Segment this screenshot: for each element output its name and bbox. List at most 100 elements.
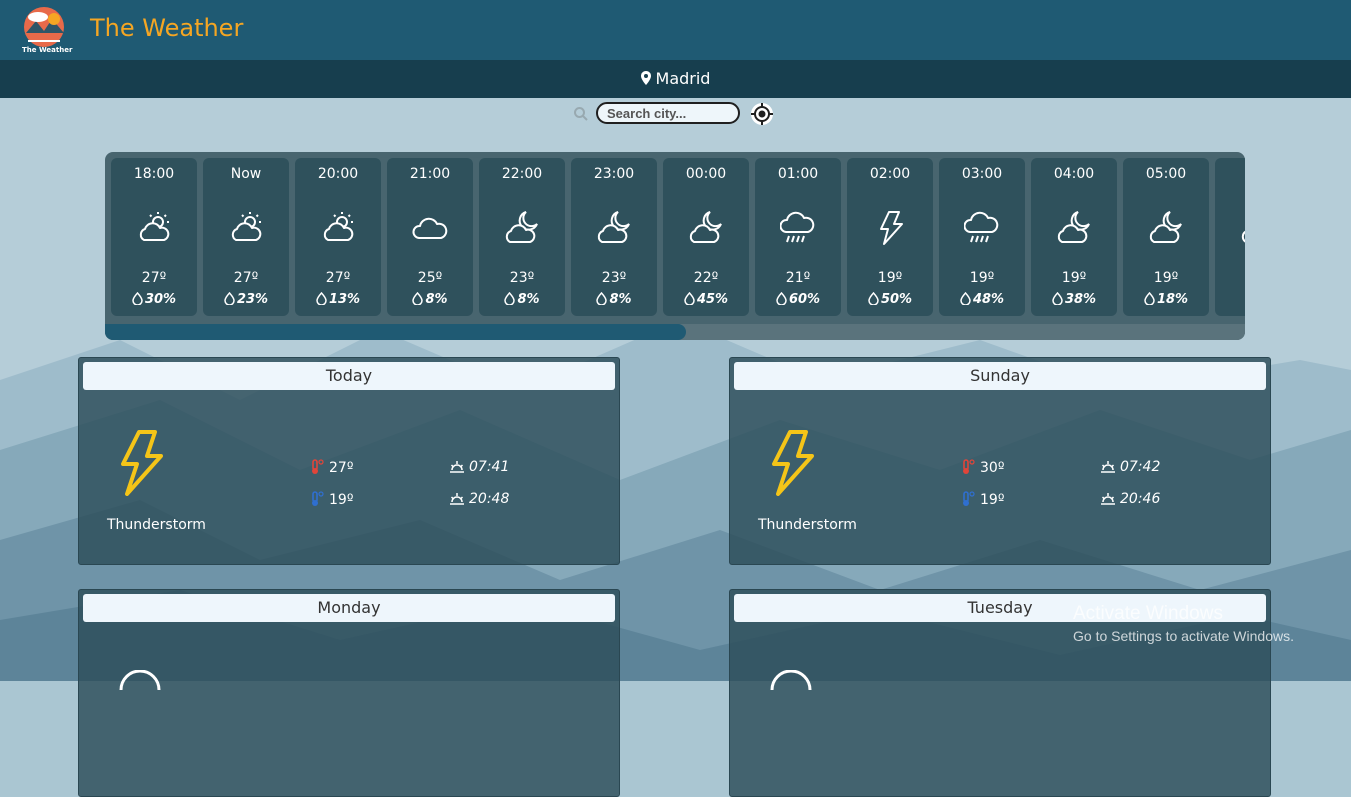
sunrise: 07:42 bbox=[1100, 459, 1160, 475]
map-pin-icon bbox=[640, 71, 651, 85]
hour-time: Now bbox=[230, 166, 262, 182]
raindrop-icon bbox=[1144, 291, 1155, 306]
cloudy-night-icon bbox=[1241, 230, 1245, 243]
hour-card: 05:00 19º 18% bbox=[1123, 158, 1209, 316]
thermometer-cold-icon bbox=[963, 491, 975, 506]
rain-cloud-icon bbox=[964, 211, 999, 243]
lightning-icon bbox=[121, 430, 163, 496]
sunset: 20:46 bbox=[1100, 491, 1160, 507]
hour-temp: 19º bbox=[877, 270, 903, 286]
lightning-icon bbox=[880, 211, 903, 245]
hour-temp: 22º bbox=[693, 270, 719, 286]
day-card-sunday: Sunday Thunderstorm 30º 19º 07:42 20:46 bbox=[729, 357, 1271, 565]
hour-card: 0 bbox=[1215, 158, 1245, 316]
hour-card: 23:00 23º 8% bbox=[571, 158, 657, 316]
day-condition: Thunderstorm bbox=[758, 517, 857, 533]
hour-card: 03:00 19º 48% bbox=[939, 158, 1025, 316]
raindrop-icon bbox=[224, 291, 235, 306]
hourly-forecast[interactable]: 18:00 27º 30% Now 27º 23% 20:00 27º 13% 21:00 25º 8… bbox=[105, 152, 1245, 340]
hour-temp: 19º bbox=[969, 270, 995, 286]
cloudy-night-icon bbox=[689, 211, 722, 243]
raindrop-icon bbox=[960, 291, 971, 306]
hour-temp: 19º bbox=[1153, 270, 1179, 286]
hour-rain-chance: 50% bbox=[847, 291, 933, 307]
day-title: Today bbox=[83, 362, 615, 390]
sunset: 20:48 bbox=[449, 491, 509, 507]
hour-card: 02:00 19º 50% bbox=[847, 158, 933, 316]
day-title: Sunday bbox=[734, 362, 1266, 390]
sunrise: 07:41 bbox=[449, 459, 509, 475]
raindrop-icon bbox=[1052, 291, 1063, 306]
rain-percent: 38% bbox=[1064, 292, 1097, 307]
rain-percent: 48% bbox=[972, 292, 1005, 307]
hour-time: 00:00 bbox=[685, 166, 727, 182]
rain-percent: 8% bbox=[425, 292, 448, 307]
raindrop-icon bbox=[776, 291, 787, 306]
rain-percent: 13% bbox=[328, 292, 361, 307]
day-card-monday: Monday bbox=[78, 589, 620, 797]
day-card-today: Today Thunderstorm 27º 19º 07:41 20:48 bbox=[78, 357, 620, 565]
hour-time: 23:00 bbox=[593, 166, 635, 182]
day-condition: Thunderstorm bbox=[107, 517, 206, 533]
hourly-scrollbar-thumb[interactable] bbox=[105, 324, 687, 340]
activate-windows-title: Activate Windows bbox=[1073, 603, 1223, 624]
cloudy-night-icon bbox=[505, 211, 538, 243]
hour-rain-chance: 8% bbox=[571, 291, 657, 307]
hour-rain-chance: 45% bbox=[663, 291, 749, 307]
thermometer-cold-icon bbox=[312, 491, 324, 506]
hour-rain-chance: 8% bbox=[387, 291, 473, 307]
search-input[interactable] bbox=[596, 102, 740, 124]
sunset-icon bbox=[450, 493, 464, 505]
hour-time: 02:00 bbox=[869, 166, 911, 182]
hour-rain-chance: 23% bbox=[203, 291, 289, 307]
locate-me-button[interactable] bbox=[750, 102, 774, 126]
thermometer-hot-icon bbox=[312, 459, 324, 474]
hour-card: 04:00 19º 38% bbox=[1031, 158, 1117, 316]
rain-percent: 8% bbox=[609, 292, 632, 307]
location-bar: Madrid bbox=[0, 60, 1351, 98]
activate-windows-subtitle: Go to Settings to activate Windows. bbox=[1073, 628, 1294, 644]
min-temp-value: 19º bbox=[980, 492, 1005, 508]
hour-card: 20:00 27º 13% bbox=[295, 158, 381, 316]
sunset-icon bbox=[1101, 493, 1115, 505]
hour-temp: 19º bbox=[1061, 270, 1087, 286]
raindrop-icon bbox=[316, 291, 327, 306]
min-temp-value: 19º bbox=[329, 492, 354, 508]
hour-temp: 23º bbox=[509, 270, 535, 286]
sunset-time: 20:48 bbox=[469, 491, 510, 507]
weather-icon bbox=[770, 670, 812, 690]
rain-percent: 23% bbox=[236, 292, 269, 307]
raindrop-icon bbox=[684, 291, 695, 306]
hour-card: 18:00 27º 30% bbox=[111, 158, 197, 316]
cloudy-night-icon bbox=[597, 211, 630, 243]
hour-rain-chance: 18% bbox=[1123, 291, 1209, 307]
rain-percent: 18% bbox=[1156, 292, 1189, 307]
rain-cloud-icon bbox=[780, 211, 815, 243]
hour-temp: 25º bbox=[417, 270, 443, 286]
hour-time: 22:00 bbox=[501, 166, 543, 182]
hour-time: 01:00 bbox=[777, 166, 819, 182]
raindrop-icon bbox=[412, 291, 424, 306]
location-display: Madrid bbox=[0, 69, 1351, 88]
min-temp: 19º bbox=[960, 491, 1004, 508]
hour-rain-chance: 30% bbox=[111, 291, 197, 307]
search-icon bbox=[574, 107, 588, 121]
hour-time: 20:00 bbox=[317, 166, 359, 182]
max-temp-value: 27º bbox=[329, 460, 354, 476]
rain-percent: 30% bbox=[144, 292, 177, 307]
raindrop-icon bbox=[132, 291, 143, 306]
hour-card: 22:00 23º 8% bbox=[479, 158, 565, 316]
sunrise-time: 07:41 bbox=[469, 459, 510, 475]
hour-temp: 27º bbox=[233, 270, 259, 286]
sunrise-icon bbox=[450, 461, 464, 473]
cloudy-night-icon bbox=[1057, 211, 1090, 243]
hour-temp: 27º bbox=[141, 270, 167, 286]
hour-card: 00:00 22º 45% bbox=[663, 158, 749, 316]
app-header: The Weather The Weather bbox=[0, 0, 1351, 60]
sunrise-time: 07:42 bbox=[1120, 459, 1161, 475]
app-title: The Weather bbox=[90, 14, 244, 42]
hour-rain-chance: 13% bbox=[295, 291, 381, 307]
lightning-icon bbox=[772, 430, 814, 496]
max-temp-value: 30º bbox=[980, 460, 1005, 476]
hour-time: 04:00 bbox=[1053, 166, 1095, 182]
